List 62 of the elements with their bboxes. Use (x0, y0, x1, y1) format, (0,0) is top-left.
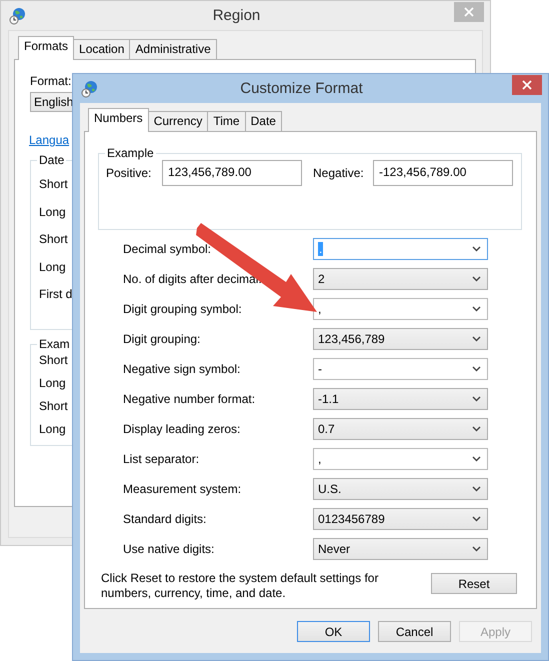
tab[interactable]: Date (244, 111, 282, 132)
setting-label: Digit grouping: (123, 332, 202, 346)
setting-label: List separator: (123, 452, 200, 466)
field-label: Negative: (313, 166, 365, 180)
format-dropdown[interactable]: Never (313, 538, 488, 560)
setting-label: Long (39, 204, 66, 218)
chevron-down-icon (472, 516, 481, 522)
chevron-down-icon (472, 336, 481, 342)
format-dropdown[interactable]: 2 (313, 268, 488, 290)
group-title: Date (38, 153, 66, 167)
setting-label: Short (39, 399, 68, 413)
chevron-down-icon (472, 306, 481, 312)
field-label: Positive: (106, 166, 152, 180)
close-button[interactable] (512, 75, 542, 95)
format-dropdown[interactable]: , (313, 448, 488, 470)
dialog-button[interactable]: OK (297, 621, 370, 642)
window-title: Region (212, 7, 262, 24)
chevron-down-icon (472, 456, 481, 462)
example-field: 123,456,789.00 (162, 160, 302, 186)
format-dropdown[interactable]: 0.7 (313, 418, 488, 440)
chevron-down-icon (472, 246, 481, 252)
reset-button[interactable]: Reset (431, 573, 517, 594)
close-icon (464, 7, 474, 17)
format-dropdown[interactable]: U.S. (313, 478, 488, 500)
example-field: -123,456,789.00 (373, 160, 513, 186)
setting-label: Display leading zeros: (123, 422, 242, 436)
setting-label: Measurement system: (123, 482, 242, 496)
group-title: Example (106, 146, 155, 160)
dialog-button[interactable]: Cancel (378, 621, 451, 642)
close-icon (522, 80, 532, 90)
setting-label: Long (39, 260, 66, 274)
group-title: Exam (38, 337, 71, 351)
setting-label: Digit grouping symbol: (123, 302, 243, 316)
setting-label: Standard digits: (123, 512, 208, 526)
window-title: Customize Format (239, 80, 364, 97)
format-dropdown[interactable]: 0123456789 (313, 508, 488, 530)
chevron-down-icon (472, 276, 481, 282)
field-label: Format: (30, 74, 72, 88)
format-dropdown[interactable]: 123,456,789 (313, 328, 488, 350)
format-dropdown[interactable]: - (313, 358, 488, 380)
setting-label: Short (39, 232, 68, 246)
chevron-down-icon (472, 486, 481, 492)
format-dropdown[interactable]: , (313, 298, 488, 320)
reset-note: Click Reset to restore the system default settings for numbers, currency, time, and date. (101, 571, 380, 601)
tab[interactable]: Numbers (88, 108, 149, 132)
format-dropdown[interactable]: -1.1 (313, 388, 488, 410)
chevron-down-icon (472, 426, 481, 432)
setting-label: Short (39, 353, 68, 367)
chevron-down-icon (472, 366, 481, 372)
chevron-down-icon (472, 396, 481, 402)
globe-clock-icon (9, 6, 27, 24)
setting-label: First d (39, 287, 72, 301)
language-link[interactable]: Langua (29, 133, 70, 147)
globe-clock-icon (81, 80, 99, 98)
setting-label: Long (39, 376, 66, 390)
setting-label: Negative sign symbol: (123, 362, 242, 376)
setting-label: Use native digits: (123, 542, 216, 556)
setting-label: Short (39, 177, 68, 191)
setting-label: Negative number format: (123, 392, 256, 406)
setting-label: Decimal symbol: (123, 242, 212, 256)
setting-label: Long (39, 422, 66, 436)
chevron-down-icon (472, 546, 481, 552)
